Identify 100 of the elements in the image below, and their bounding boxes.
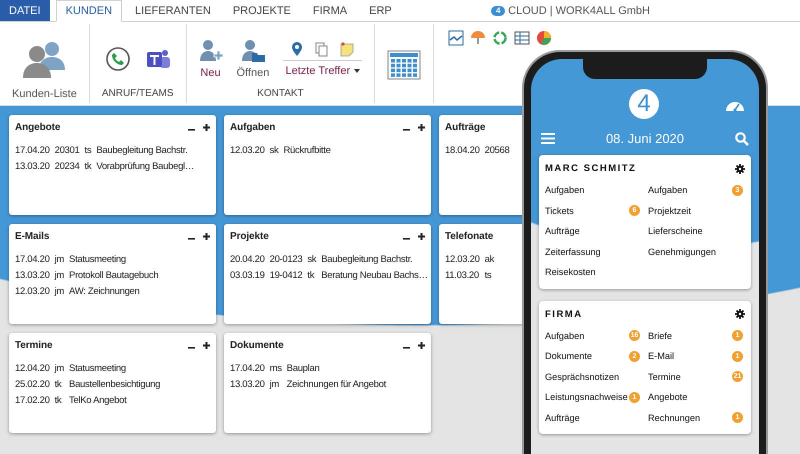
person-add-icon [198,39,222,63]
recent-hits-dropdown[interactable]: Letzte Treffer [286,64,360,76]
phone-icon[interactable] [104,46,131,72]
menu-item[interactable]: Genehmigungen [648,242,745,262]
ribbon-tab[interactable]: FIRMA [304,0,356,21]
ribbon-tab[interactable]: ERP [360,0,401,21]
copy-icon[interactable] [315,42,328,56]
entry-cell: 13.03.20 [15,161,50,172]
entry-cell: 12.03.20 [230,145,265,156]
location-pin-icon[interactable] [291,42,304,56]
menu-item[interactable]: Angebote [648,387,745,408]
ribbon-tab[interactable]: KUNDEN [56,0,122,22]
note-icon[interactable] [340,42,354,56]
plus-icon[interactable] [203,342,210,349]
entry-cell: 20.04.20 [230,254,265,265]
caret-icon [354,68,360,72]
entry-cell: sk [270,145,278,156]
entry-cell: 20234 [54,161,80,172]
card-title: Dokumente [230,340,284,351]
card-title: Angebote [15,122,60,133]
card-title: Projekte [230,231,269,242]
card-title: Aufgaben [230,122,276,133]
plus-icon[interactable] [418,342,425,349]
menu-item[interactable]: Aufträge [545,408,642,428]
menu-item[interactable]: Aufträge [545,221,642,242]
entry-cell: jm [54,286,64,297]
ribbon-tab[interactable]: PROJEKTE [224,0,300,21]
ribbon-tab[interactable]: LIEFERANTEN [126,0,220,21]
entry-cell: 17.04.20 [230,363,265,374]
group-label: ANRUF/TEAMS [102,88,174,99]
card-title: E-Mails [15,231,50,242]
table-icon[interactable] [514,30,530,46]
menu-item[interactable]: Gesprächsnotizen [545,366,642,387]
entry-cell: tk [84,161,92,172]
entry-cell: Rückrufbitte [284,145,331,156]
entry-cell: Baustellenbesichtigung [69,379,160,390]
entry-cell: jm [54,254,64,265]
entry-cell: ms [270,363,282,374]
entry-cell-text: Bauplan [286,363,320,374]
entry-cell-text: tk [54,379,62,390]
settings-icon[interactable] [735,309,745,319]
menu-item[interactable]: Aufgaben [545,180,642,200]
entry-cell: 18.04.20 [445,145,480,156]
entry-cell-text: ts [484,270,492,281]
entry-cell: sk [307,254,316,265]
entry-cell: Protokoll Bautagebuch [69,270,158,281]
entry-cell: jm [54,270,64,281]
cloud-icon: 4 [491,6,506,16]
people-icon [22,40,66,78]
person-folder-icon [240,39,265,63]
gauge-icon[interactable] [725,99,745,112]
file-menu-tab[interactable]: DATEI [0,0,50,21]
entry-cell: Beratung Neubau Bachs… [321,270,428,281]
entry-cell: 17.04.20 [15,145,50,156]
entry-cell: 03.03.19 [230,270,265,281]
group-label: KONTAKT [257,88,304,99]
ribbon-button[interactable]: Neu [198,39,222,79]
ribbon-button[interactable]: Öffnen [236,39,270,79]
card-title: FIRMA [545,308,583,320]
card-title: Telefonate [445,231,494,242]
plus-icon[interactable] [203,233,210,240]
entry-cell: ak [484,254,494,265]
menu-item[interactable]: Lieferscheine [648,221,745,242]
entry-cell: 17.04.20 [15,254,50,265]
entry-cell: 12.04.20 [15,363,50,374]
entry-cell-text: Baubegleitung Bachstr. [96,145,188,156]
entry-cell-text: Baubegleitung Bachstr. [321,254,414,265]
entry-cell: 19-0412 [270,270,302,281]
entry-cell-text: jm [270,379,280,390]
date-label: 08. Juni 2020 [606,131,684,146]
menu-item[interactable]: Zeiterfassung [545,242,642,262]
entry-cell: Zeichnungen für Angebot [286,379,386,390]
plus-icon[interactable] [418,124,425,131]
entry-cell-text: tk [307,270,316,281]
plus-icon[interactable] [203,124,210,131]
menu-item[interactable]: Projektzeit [648,200,745,221]
entry-cell: 13.03.20 [230,379,265,390]
calendar-icon[interactable] [387,50,422,80]
entry-cell-text: Statusmeeting [69,254,127,265]
plus-icon[interactable] [418,233,425,240]
menu-icon[interactable] [541,133,555,144]
entry-cell: 20301 [54,145,80,156]
entry-cell: 11.03.20 [445,270,480,281]
entry-cell: jm [54,363,64,374]
settings-icon[interactable] [735,164,745,174]
line-chart-icon[interactable] [448,30,464,46]
entry-cell: 17.02.20 [15,395,50,406]
entry-cell: 25.02.20 [15,379,50,390]
app-logo: 4 [629,89,659,119]
menu-item[interactable]: Reisekosten [545,262,642,282]
ribbon-button[interactable]: Kunden-Liste [12,30,77,100]
entry-cell-text: Statusmeeting [69,363,127,374]
entry-cell: ts [84,145,92,156]
entry-cell-text: tk [54,395,62,406]
entry-cell-text: TelKo Angebot [69,395,128,406]
card-title: MARC SCHMITZ [545,163,636,174]
search-icon[interactable] [734,132,749,146]
entry-cell: 20568 [484,145,510,156]
entry-cell-text: AW: Zeichnungen [69,286,141,297]
entry-cell: Vorabprüfung Baubegl… [96,161,194,172]
